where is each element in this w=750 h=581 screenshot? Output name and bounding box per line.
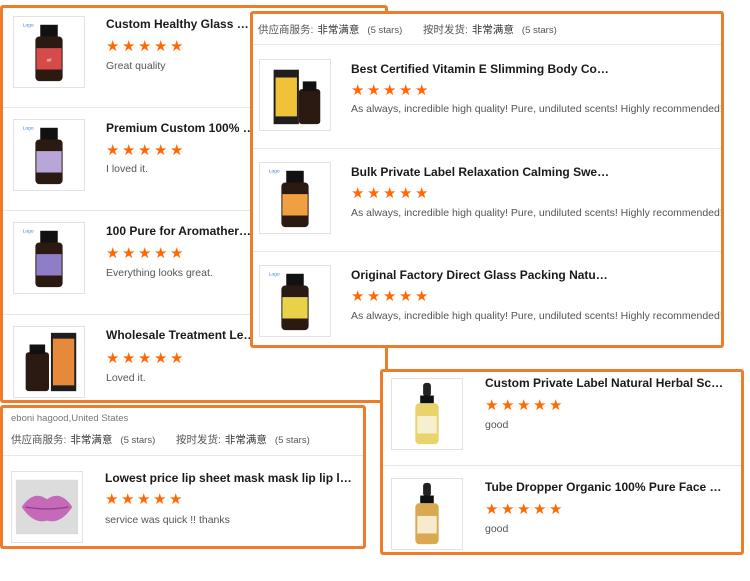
on-time-label: 按时发货: — [176, 434, 221, 446]
review-panel-top-right: 供应商服务: 非常满意 (5 stars) 按时发货: 非常满意 (5 stars) B… — [250, 11, 724, 348]
review-panel-bottom-left: eboni hagood,United States 供应商服务: 非常满意 (5 … — [0, 405, 366, 549]
reviewer-name: eboni hagood,United States — [11, 413, 129, 424]
box-with-bottle-icon — [273, 69, 321, 125]
oil-bottle-icon: Logo — [269, 169, 309, 228]
on-time-shipping-rating: 按时发货: 非常满意 (5 stars) — [423, 22, 557, 37]
rating-stars: ★ ★ ★ ★ ★ — [106, 350, 184, 367]
product-thumbnail[interactable]: Logo — [13, 119, 85, 191]
product-title[interactable]: Bulk Private Label Relaxation Calming Sw… — [351, 165, 611, 179]
product-thumbnail[interactable] — [259, 59, 331, 131]
on-time-label: 按时发货: — [423, 24, 468, 36]
rating-stars: ★ ★ ★ ★ ★ — [106, 38, 184, 55]
review-comment: Great quality — [106, 60, 166, 72]
on-time-count: (5 stars) — [274, 435, 310, 446]
dropper-bottle-icon — [415, 382, 439, 445]
on-time-shipping-rating: 按时发货: 非常满意 (5 stars) — [176, 432, 310, 447]
review-item[interactable]: Logo Original Factory Direct Glass Packi… — [253, 252, 723, 345]
product-title[interactable]: 100 Pure for Aromatherapy M — [106, 224, 256, 238]
oil-bottle-icon: oil Logo — [23, 23, 63, 82]
product-thumbnail[interactable]: oil Logo — [13, 16, 85, 88]
review-item[interactable]: Custom Private Label Natural Herbal Scen… — [383, 372, 741, 465]
oil-bottle-icon: Logo — [23, 126, 63, 185]
review-comment: As always, incredible high quality! Pure… — [351, 103, 723, 115]
review-comment: service was quick !! thanks — [105, 514, 230, 526]
supplier-service-value: 非常满意 — [317, 24, 360, 36]
product-thumbnail[interactable]: Logo — [259, 265, 331, 337]
review-comment: good — [485, 419, 509, 431]
rating-stars: ★ ★ ★ ★ ★ — [106, 245, 184, 262]
oil-bottle-icon: Logo — [269, 272, 309, 331]
rating-stars: ★ ★ ★ ★ ★ — [105, 491, 183, 508]
product-thumbnail[interactable] — [391, 478, 463, 550]
supplier-service-rating: 供应商服务: 非常满意 (5 stars) — [258, 22, 402, 37]
product-title[interactable]: Best Certified Vitamin E Slimming Body C… — [351, 62, 611, 76]
rating-stars: ★ ★ ★ ★ ★ — [351, 185, 429, 202]
product-title[interactable]: Premium Custom 100% Pure — [106, 121, 256, 135]
rating-stars: ★ ★ ★ ★ ★ — [351, 82, 429, 99]
supplier-service-count: (5 stars) — [367, 25, 403, 36]
review-panel-bottom-right: Custom Private Label Natural Herbal Scen… — [380, 369, 744, 555]
review-item[interactable]: Logo Bulk Private Label Relaxation Calmi… — [253, 149, 721, 252]
review-comment: Loved it. — [106, 372, 146, 384]
on-time-count: (5 stars) — [521, 25, 557, 36]
review-comment: I loved it. — [106, 163, 149, 175]
review-item[interactable]: Lowest price lip sheet mask mask lip lip… — [3, 456, 363, 546]
rating-stars: ★ ★ ★ ★ ★ — [485, 501, 563, 518]
review-comment: As always, incredible high quality! Pure… — [351, 310, 723, 322]
product-thumbnail[interactable] — [391, 378, 463, 450]
rating-stars: ★ ★ ★ ★ ★ — [485, 397, 563, 414]
product-title[interactable]: Wholesale Treatment Level E — [106, 328, 256, 342]
on-time-value: 非常满意 — [471, 24, 514, 36]
product-title[interactable]: Original Factory Direct Glass Packing Na… — [351, 268, 611, 282]
supplier-service-count: (5 stars) — [120, 435, 156, 446]
rating-stars: ★ ★ ★ ★ ★ — [106, 142, 184, 159]
svg-text:Logo: Logo — [269, 169, 280, 175]
svg-text:Logo: Logo — [23, 23, 34, 29]
product-thumbnail[interactable]: Logo — [259, 162, 331, 234]
review-comment: As always, incredible high quality! Pure… — [351, 207, 723, 219]
product-title[interactable]: Lowest price lip sheet mask mask lip lip… — [105, 471, 357, 485]
review-comment: good — [485, 523, 509, 535]
product-thumbnail[interactable] — [11, 471, 83, 543]
svg-text:oil: oil — [47, 58, 52, 64]
review-item[interactable]: Best Certified Vitamin E Slimming Body C… — [253, 45, 721, 148]
product-title[interactable]: Tube Dropper Organic 100% Pure Face Care… — [485, 480, 725, 494]
review-item[interactable]: Tube Dropper Organic 100% Pure Face Care… — [383, 466, 741, 552]
supplier-service-value: 非常满意 — [70, 434, 113, 446]
dropper-bottle-icon — [415, 482, 439, 545]
product-title[interactable]: Custom Private Label Natural Herbal Scen… — [485, 376, 725, 390]
svg-text:Logo: Logo — [23, 229, 34, 235]
on-time-value: 非常满意 — [224, 434, 267, 446]
svg-text:Logo: Logo — [23, 126, 34, 132]
svg-text:Logo: Logo — [269, 272, 280, 278]
review-comment: Everything looks great. — [106, 267, 213, 279]
oil-bottle-icon: Logo — [23, 229, 63, 288]
box-with-bottle-icon — [25, 332, 77, 392]
product-thumbnail[interactable] — [13, 326, 85, 398]
product-thumbnail[interactable]: Logo — [13, 222, 85, 294]
lip-mask-icon — [15, 479, 79, 535]
supplier-service-rating: 供应商服务: 非常满意 (5 stars) — [11, 432, 155, 447]
rating-stars: ★ ★ ★ ★ ★ — [351, 288, 429, 305]
product-title[interactable]: Custom Healthy Glass Natur — [106, 17, 256, 31]
supplier-service-label: 供应商服务: — [11, 434, 67, 446]
supplier-service-label: 供应商服务: — [258, 24, 314, 36]
